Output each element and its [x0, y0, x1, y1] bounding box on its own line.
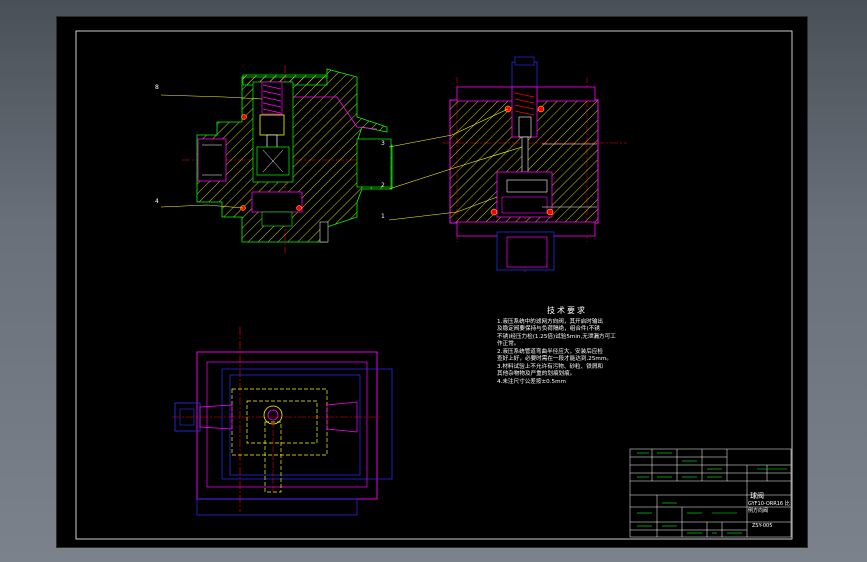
- technical-requirements: 技术要求 1.液压系统中的滤网方向阀，其开启时输出 及稳定阀要保持与负荷隔绝，组…: [497, 307, 637, 386]
- note-line: 及稳定阀要保持与负荷隔绝，组合件(不锈: [497, 326, 600, 332]
- note-line: 不锈)经压力检(1.25倍)试验5min,无泄漏方可工: [497, 333, 616, 340]
- note-line: 3.材料试验上不允许有污物、砂粒、铁屑和: [497, 363, 604, 370]
- leader-label-4: 4: [155, 198, 159, 205]
- leader-label-3: 3: [381, 140, 385, 147]
- front-section-view: [160, 65, 393, 253]
- drawing-viewport[interactable]: 8 4 3 2 1 技术要求 1.液压系统中的滤网方向阀，其开启时输出 及稳定阀…: [56, 16, 808, 548]
- part-name: 球阀: [750, 492, 764, 500]
- technical-requirements-title: 技术要求: [547, 306, 587, 315]
- leader-label-1: 1: [381, 213, 385, 220]
- note-line: 2.液压系统管道弯曲半径应大，安装后应检: [497, 348, 604, 355]
- note-line: 作正常。: [497, 341, 520, 347]
- note-line: 4.未注尺寸公差按±0.5mm: [497, 378, 566, 385]
- top-view: [172, 327, 393, 516]
- note-line: 其他杂物物及严重的划痕划痕。: [497, 371, 576, 377]
- part-model: GYF10-ORR16 比例方向阀: [748, 501, 790, 514]
- drawing-border: [75, 30, 793, 540]
- note-line: 查好上好，必要时需在一段才能达到.25mm。: [497, 356, 612, 362]
- drawing-number: ZSY-005: [752, 523, 773, 529]
- leader-label-2: 2: [381, 182, 385, 189]
- note-line: 1.液压系统中的滤网方向阀，其开启时输出: [497, 318, 604, 325]
- cad-drawing: 8 4 3 2 1: [75, 30, 793, 540]
- side-section-view: [388, 56, 627, 272]
- leader-label-8: 8: [155, 84, 159, 91]
